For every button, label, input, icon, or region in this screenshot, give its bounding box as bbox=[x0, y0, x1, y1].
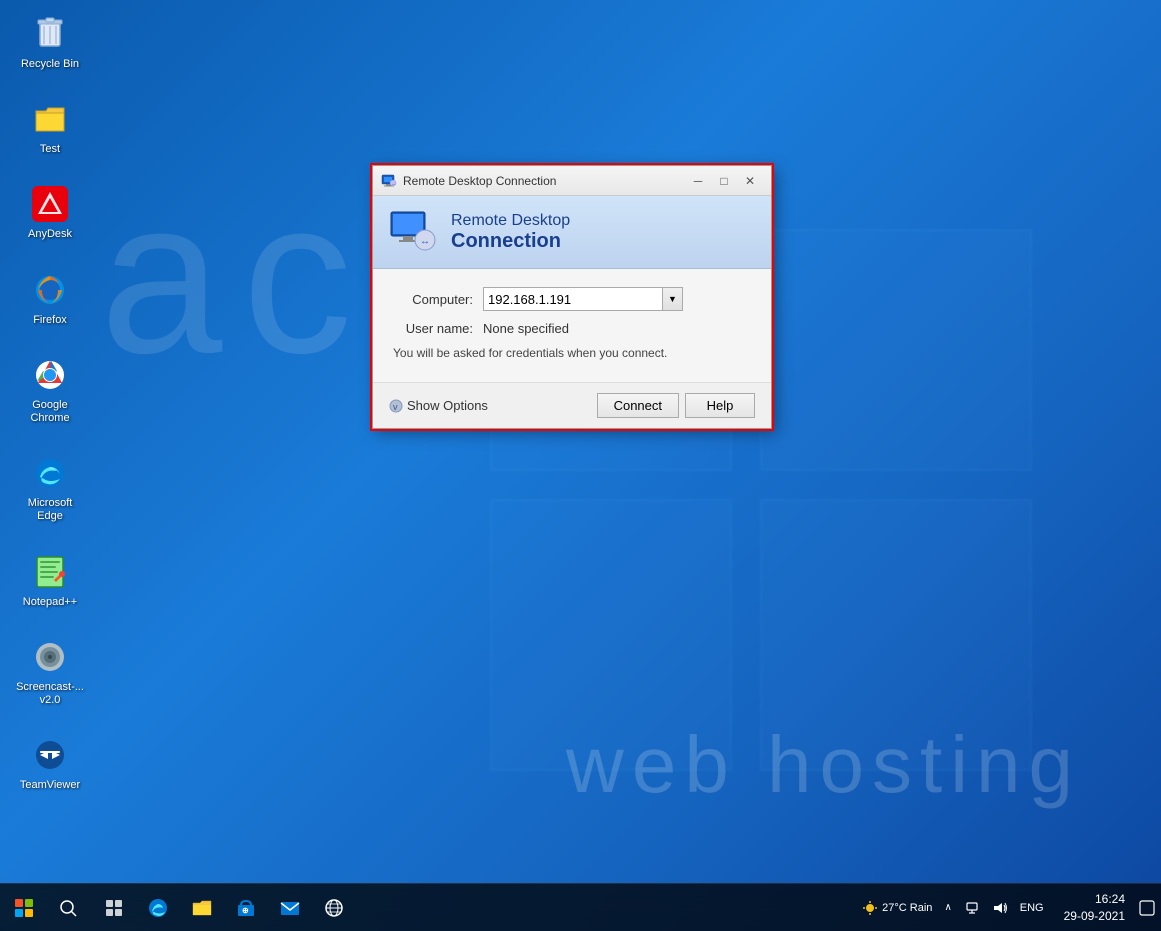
taskbar-systray: 27°C Rain ∧ bbox=[850, 900, 1055, 916]
notification-icon bbox=[1139, 900, 1155, 916]
edge-taskbar-icon bbox=[147, 897, 169, 919]
rdp-username-value: None specified bbox=[483, 321, 569, 336]
rdp-footer-buttons: Connect Help bbox=[597, 393, 755, 418]
clock-time: 16:24 bbox=[1095, 891, 1125, 908]
rdp-footer: v Show Options Connect Help bbox=[373, 382, 771, 428]
rdp-header-icon: ↔ bbox=[389, 208, 437, 256]
rdp-computer-input-wrapper: ▼ bbox=[483, 287, 751, 311]
notepadpp-icon bbox=[30, 552, 70, 592]
firefox-label: Firefox bbox=[33, 314, 67, 327]
rdp-computer-input[interactable] bbox=[483, 287, 663, 311]
recycle-bin-label: Recycle Bin bbox=[21, 58, 79, 71]
desktop-icon-notepadpp[interactable]: Notepad++ bbox=[10, 548, 90, 613]
taskbar-tray-expand[interactable]: ∧ bbox=[940, 902, 955, 913]
search-icon bbox=[58, 898, 78, 918]
rdp-username-row: User name: None specified bbox=[393, 321, 751, 336]
show-options-label: Show Options bbox=[407, 398, 488, 413]
weather-icon bbox=[862, 900, 878, 916]
globe-icon bbox=[323, 897, 345, 919]
desktop-icon-recycle-bin[interactable]: Recycle Bin bbox=[10, 10, 90, 75]
desktop-icon-microsoft-edge[interactable]: Microsoft Edge bbox=[10, 449, 90, 527]
taskbar-globe[interactable] bbox=[312, 884, 356, 931]
rdp-computer-label: Computer: bbox=[393, 292, 483, 307]
test-folder-label: Test bbox=[40, 143, 60, 156]
desktop-icon-firefox[interactable]: Firefox bbox=[10, 266, 90, 331]
clock-date: 29-09-2021 bbox=[1064, 908, 1125, 925]
taskbar-network[interactable] bbox=[960, 900, 984, 916]
watermark-text: web hosting bbox=[566, 719, 1081, 811]
show-options-icon: v bbox=[389, 399, 403, 413]
desktop-icon-screencast[interactable]: Screencast-... v2.0 bbox=[10, 633, 90, 711]
desktop-icon-test[interactable]: Test bbox=[10, 95, 90, 160]
mail-icon bbox=[279, 897, 301, 919]
rdp-dialog: ↔ Remote Desktop Connection ─ □ ✕ bbox=[372, 165, 772, 429]
taskbar-store[interactable]: ⊕ bbox=[224, 884, 268, 931]
windows-logo-icon bbox=[15, 899, 33, 917]
rdp-header-line2: Connection bbox=[451, 230, 570, 253]
desktop: acct web hosting bbox=[0, 0, 1161, 931]
volume-icon bbox=[992, 900, 1008, 916]
rdp-title-text: Remote Desktop Connection bbox=[403, 174, 685, 188]
task-view-icon bbox=[104, 898, 124, 918]
taskbar-items: ⊕ bbox=[88, 884, 850, 931]
taskbar-edge[interactable] bbox=[136, 884, 180, 931]
chrome-label: Google Chrome bbox=[14, 399, 86, 425]
taskbar-mail[interactable] bbox=[268, 884, 312, 931]
desktop-icon-list: Recycle Bin Test AnyDesk bbox=[10, 10, 90, 796]
rdp-computer-row: Computer: ▼ bbox=[393, 287, 751, 311]
edge-label: Microsoft Edge bbox=[14, 497, 86, 523]
desktop-icon-teamviewer[interactable]: TeamViewer bbox=[10, 731, 90, 796]
recycle-bin-icon bbox=[30, 14, 70, 54]
rdp-username-label: User name: bbox=[393, 321, 483, 336]
notepadpp-label: Notepad++ bbox=[23, 596, 77, 609]
screencast-icon bbox=[30, 637, 70, 677]
taskbar-search-button[interactable] bbox=[48, 884, 88, 931]
teamviewer-icon bbox=[30, 735, 70, 775]
teamviewer-label: TeamViewer bbox=[20, 779, 80, 792]
taskbar-task-view[interactable] bbox=[92, 884, 136, 931]
taskbar-file-explorer[interactable] bbox=[180, 884, 224, 931]
firefox-icon bbox=[30, 270, 70, 310]
rdp-window-buttons: ─ □ ✕ bbox=[685, 169, 763, 193]
rdp-title-icon: ↔ bbox=[381, 173, 397, 189]
rdp-header: ↔ Remote Desktop Connection bbox=[373, 196, 771, 269]
desktop-icon-google-chrome[interactable]: Google Chrome bbox=[10, 351, 90, 429]
taskbar: ⊕ bbox=[0, 883, 1161, 931]
rdp-maximize-button[interactable]: □ bbox=[711, 169, 737, 193]
rdp-header-line1: Remote Desktop bbox=[451, 212, 570, 230]
rdp-close-button[interactable]: ✕ bbox=[737, 169, 763, 193]
edge-icon bbox=[30, 453, 70, 493]
anydesk-label: AnyDesk bbox=[28, 228, 72, 241]
taskbar-volume[interactable] bbox=[988, 900, 1012, 916]
rdp-computer-dropdown[interactable]: ▼ bbox=[663, 287, 683, 311]
file-explorer-icon bbox=[191, 897, 213, 919]
chrome-icon bbox=[30, 355, 70, 395]
rdp-minimize-button[interactable]: ─ bbox=[685, 169, 711, 193]
svg-text:v: v bbox=[393, 402, 398, 412]
svg-text:↔: ↔ bbox=[392, 181, 396, 186]
test-folder-icon bbox=[30, 99, 70, 139]
rdp-info-text: You will be asked for credentials when y… bbox=[393, 346, 751, 360]
rdp-titlebar: ↔ Remote Desktop Connection ─ □ ✕ bbox=[373, 166, 771, 196]
taskbar-weather[interactable]: 27°C Rain bbox=[858, 900, 936, 916]
screencast-label: Screencast-... v2.0 bbox=[14, 681, 86, 707]
rdp-header-text: Remote Desktop Connection bbox=[451, 212, 570, 253]
svg-text:↔: ↔ bbox=[420, 236, 430, 247]
rdp-help-button[interactable]: Help bbox=[685, 393, 755, 418]
language-text: ENG bbox=[1020, 902, 1044, 914]
anydesk-icon bbox=[30, 184, 70, 224]
taskbar-language[interactable]: ENG bbox=[1016, 902, 1048, 914]
taskbar-notification-button[interactable] bbox=[1133, 884, 1161, 931]
store-icon: ⊕ bbox=[235, 897, 257, 919]
network-icon bbox=[964, 900, 980, 916]
taskbar-clock[interactable]: 16:24 29-09-2021 bbox=[1056, 891, 1133, 925]
weather-text: 27°C Rain bbox=[882, 902, 932, 914]
desktop-icon-anydesk[interactable]: AnyDesk bbox=[10, 180, 90, 245]
rdp-connect-button[interactable]: Connect bbox=[597, 393, 679, 418]
rdp-show-options[interactable]: v Show Options bbox=[389, 398, 597, 413]
rdp-body: Computer: ▼ User name: None specified Yo… bbox=[373, 269, 771, 382]
start-button[interactable] bbox=[0, 884, 48, 931]
svg-text:⊕: ⊕ bbox=[242, 906, 249, 915]
